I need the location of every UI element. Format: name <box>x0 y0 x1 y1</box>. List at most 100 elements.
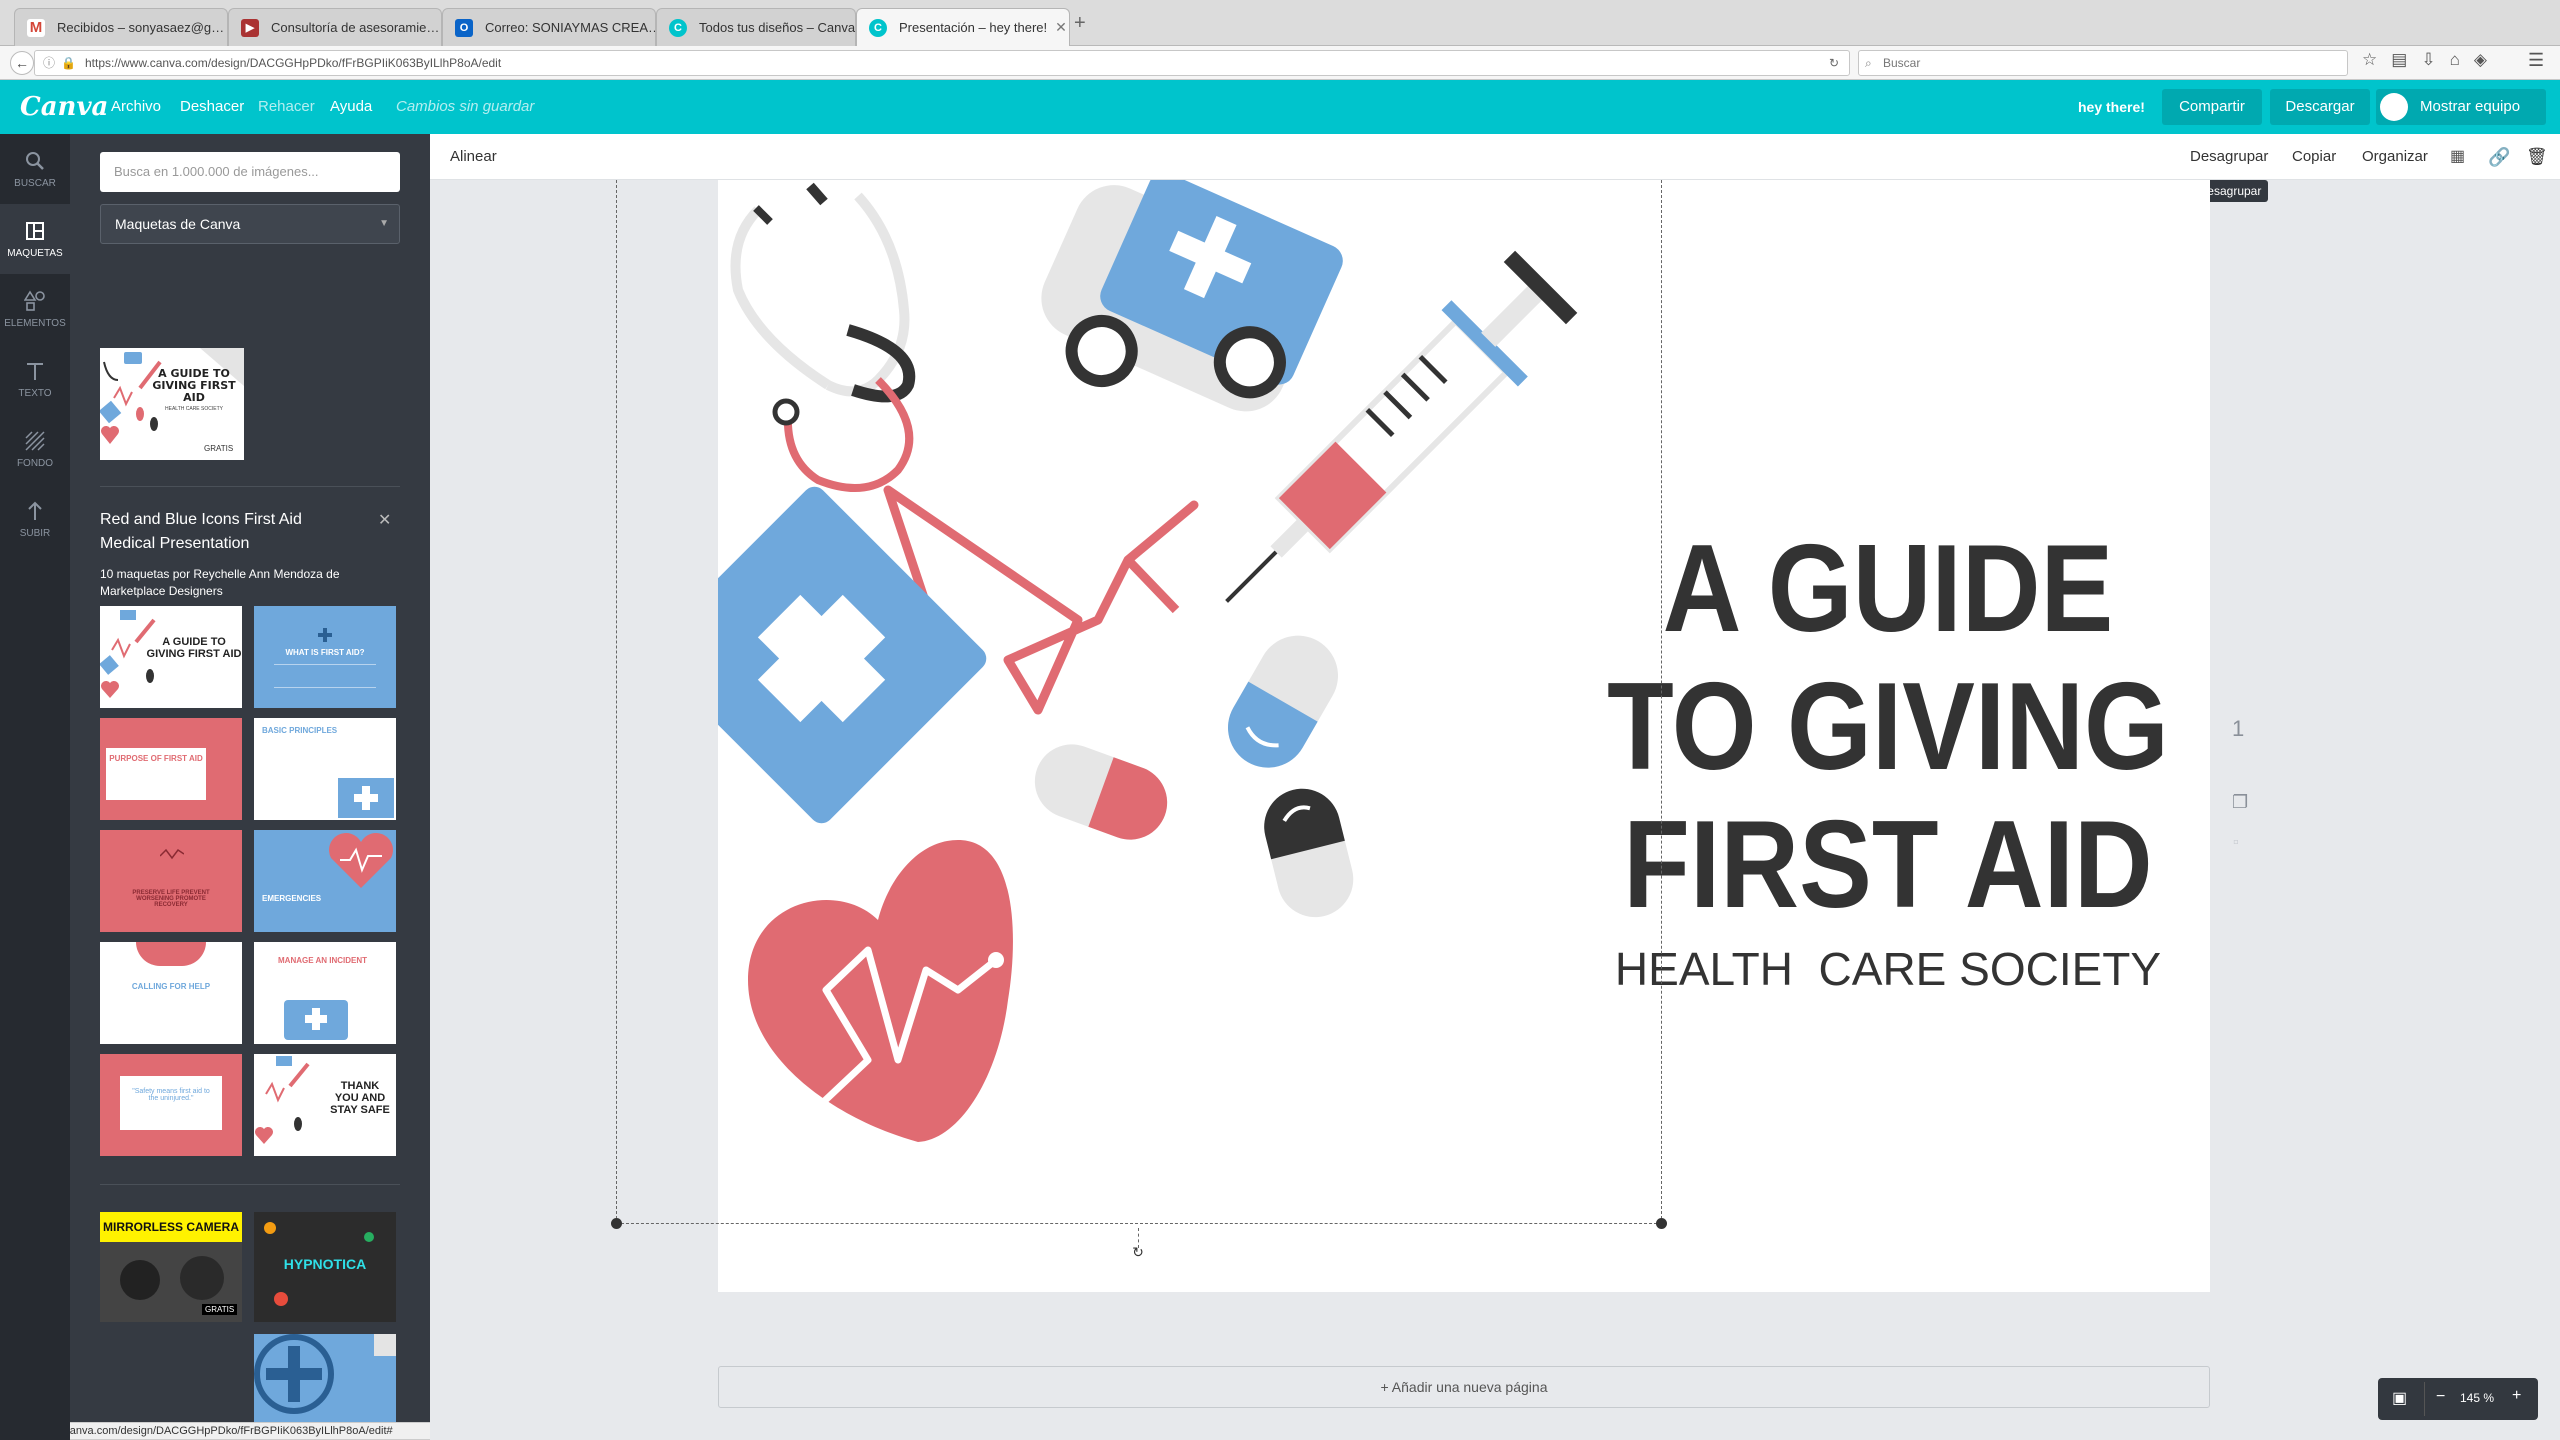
browser-toolbar-icons: ☆▤⇩⌂◈ <box>2362 50 2501 70</box>
browser-nav-bar: ← ⓘ 🔒 https://www.canva.com/design/DACGG… <box>0 46 2560 80</box>
menu-rehacer[interactable]: Rehacer <box>258 80 315 134</box>
layout-thumb[interactable]: PRESERVE LIFE PREVENT WORSENING PROMOTE … <box>100 830 242 932</box>
layout-source-dropdown[interactable]: Maquetas de Canva ▼ <box>100 204 400 244</box>
user-greeting[interactable]: hey there! <box>2078 80 2145 134</box>
page-curl <box>374 1334 396 1356</box>
free-badge: GRATIS <box>204 444 234 453</box>
upload-icon <box>28 501 42 520</box>
flag-icon: ▶ <box>241 18 259 37</box>
thumb-title: HYPNOTICA <box>283 1256 367 1272</box>
phone-icon <box>136 942 206 966</box>
reading-list-icon[interactable]: ▤ <box>2391 50 2421 69</box>
decor-dot <box>274 1292 288 1306</box>
menu-archivo[interactable]: Archivo <box>111 80 161 134</box>
home-icon[interactable]: ⌂ <box>2450 50 2474 69</box>
search-icon <box>26 152 44 170</box>
image-search-input[interactable]: Busca en 1.000.000 de imágenes... <box>100 152 400 192</box>
share-button[interactable]: Compartir <box>2162 89 2262 125</box>
thumb-text-lines <box>274 664 376 688</box>
browser-tab[interactable]: M Recibidos – sonyasaez@g… <box>14 8 228 46</box>
menu-icon[interactable]: ☰ <box>2528 50 2544 71</box>
first-aid-kit-icon <box>338 778 394 818</box>
layout-thumb[interactable]: BASIC PRINCIPLES <box>254 718 396 820</box>
canva-header: Canva Archivo Deshacer Rehacer Ayuda Cam… <box>0 80 2560 134</box>
back-icon[interactable]: ← <box>10 51 34 75</box>
layout-thumb[interactable]: CALLING FOR HELP <box>100 942 242 1044</box>
browser-tab[interactable]: ▶ Consultoría de asesoramie… <box>228 8 442 46</box>
rail-search[interactable]: BUSCAR <box>0 134 70 204</box>
layout-thumb[interactable]: PURPOSE OF FIRST AID <box>100 718 242 820</box>
thumb-title: CALLING FOR HELP <box>131 982 211 991</box>
heart-icon <box>329 833 393 888</box>
add-page-button[interactable]: + Añadir una nueva página <box>718 1366 2210 1408</box>
selection-box[interactable] <box>616 180 1662 1224</box>
layout-thumb[interactable]: WHAT IS FIRST AID? <box>254 606 396 708</box>
rail-layouts[interactable]: MAQUETAS <box>0 204 70 274</box>
bookmark-star-icon[interactable]: ☆ <box>2362 50 2391 69</box>
resize-handle[interactable] <box>611 1218 622 1229</box>
thumb-card <box>120 1076 222 1130</box>
resize-handle[interactable] <box>1656 1218 1667 1229</box>
unsaved-status: Cambios sin guardar <box>396 98 535 115</box>
pocket-icon[interactable]: ◈ <box>2474 50 2501 69</box>
layout-thumb[interactable]: THANK YOU AND STAY SAFE <box>254 1054 396 1156</box>
info-icon: ⓘ <box>43 56 56 70</box>
rail-upload[interactable]: SUBIR <box>0 484 70 554</box>
duplicate-page-icon[interactable]: ❐ <box>2232 792 2248 813</box>
canva-icon: C <box>669 18 687 37</box>
lock-icon: 🔒 <box>61 56 76 70</box>
ungroup-button[interactable]: Desagrupar <box>2190 134 2268 180</box>
new-tab-button[interactable]: + <box>1074 12 1086 35</box>
close-icon[interactable]: ✕ <box>378 510 391 530</box>
thumb-title: BASIC PRINCIPLES <box>262 726 338 735</box>
collection-meta: 10 maquetas por Reychelle Ann Mendoza de… <box>100 567 340 598</box>
chevron-down-icon: ▼ <box>379 218 389 229</box>
canva-icon: C <box>869 18 887 37</box>
free-badge: GRATIS <box>202 1304 238 1315</box>
trash-icon[interactable]: 🗑 <box>2526 134 2548 180</box>
layout-thumb[interactable]: MANAGE AN INCIDENT <box>254 942 396 1044</box>
presentation-icon[interactable]: ▣ <box>2392 1388 2407 1408</box>
canva-logo[interactable]: Canva <box>20 80 108 134</box>
arrange-button[interactable]: Organizar <box>2362 134 2428 180</box>
delete-page-icon[interactable]: ▫ <box>2233 834 2239 852</box>
first-aid-icons-illustration <box>255 1056 310 1144</box>
outlook-icon: O <box>455 18 473 37</box>
transparency-icon[interactable]: ▦ <box>2450 134 2465 180</box>
thumb-title: A GUIDE TO GIVING FIRST AID <box>146 636 242 660</box>
rail-text[interactable]: TEXTO <box>0 344 70 414</box>
rail-elements[interactable]: ELEMENTOS <box>0 274 70 344</box>
align-button[interactable]: Alinear <box>450 134 497 180</box>
collection-cover-thumb[interactable]: A GUIDE TO GIVING FIRST AID HEALTH CARE … <box>100 348 244 460</box>
rail-background[interactable]: FONDO <box>0 414 70 484</box>
divider <box>100 1184 400 1185</box>
text-icon <box>27 363 43 380</box>
layout-thumb[interactable]: "Safety means first aid to the uninjured… <box>100 1054 242 1156</box>
copy-button[interactable]: Copiar <box>2292 134 2336 180</box>
zoom-out-button[interactable]: − <box>2436 1388 2445 1406</box>
browser-tab[interactable]: O Correo: SONIAYMAS CREA… <box>442 8 656 46</box>
browser-tab[interactable]: C Todos tus diseños – Canva <box>656 8 856 46</box>
close-icon[interactable]: ✕ <box>1047 19 1067 36</box>
avatar <box>2380 93 2408 121</box>
download-button[interactable]: Descargar <box>2270 89 2370 125</box>
layout-thumb[interactable]: A GUIDE TO GIVING FIRST AID <box>100 606 242 708</box>
rotate-icon[interactable]: ↻ <box>1128 1244 1148 1264</box>
browser-search-input[interactable]: ⌕ Buscar <box>1858 50 2348 76</box>
layouts-panel: Busca en 1.000.000 de imágenes... Maquet… <box>70 134 430 1440</box>
browser-tab-active[interactable]: C Presentación – hey there! ✕ <box>856 8 1070 46</box>
layout-thumb[interactable]: MIRRORLESS CAMERA GRATIS <box>100 1212 242 1322</box>
layout-thumb[interactable]: EMERGENCIES <box>254 830 396 932</box>
download-icon[interactable]: ⇩ <box>2421 50 2449 69</box>
shapes-icon <box>24 290 45 311</box>
reload-icon[interactable]: ↻ <box>1829 51 1839 75</box>
menu-ayuda[interactable]: Ayuda <box>330 80 372 134</box>
team-button[interactable]: Mostrar equipo <box>2376 89 2546 125</box>
zoom-in-button[interactable]: + <box>2512 1387 2521 1405</box>
url-bar[interactable]: ⓘ 🔒 https://www.canva.com/design/DACGGHp… <box>34 50 1850 76</box>
menu-deshacer[interactable]: Deshacer <box>180 80 244 134</box>
thumb-title: MIRRORLESS CAMERA <box>102 1220 239 1234</box>
layout-thumb[interactable]: HYPNOTICA <box>254 1212 396 1322</box>
plus-circle-icon <box>254 1334 334 1414</box>
link-icon[interactable]: 🔗 <box>2488 134 2510 180</box>
